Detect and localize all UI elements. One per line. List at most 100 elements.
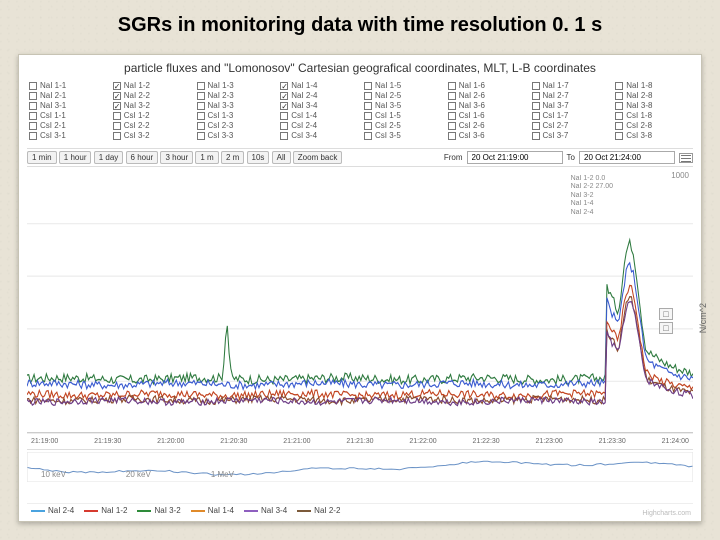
legend-item[interactable]: CsI 2-6	[448, 121, 524, 130]
legend-item[interactable]: NaI 2-4	[280, 91, 356, 100]
legend-item[interactable]: NaI 2-2	[113, 91, 189, 100]
checkbox-icon[interactable]	[197, 82, 205, 90]
checkbox-icon[interactable]	[280, 132, 288, 140]
checkbox-icon[interactable]	[29, 102, 37, 110]
range-button[interactable]: All	[272, 151, 291, 164]
legend-item[interactable]: NaI 2-7	[532, 91, 608, 100]
legend-entry[interactable]: NaI 1-2	[84, 506, 127, 515]
legend-item[interactable]: NaI 1-6	[448, 81, 524, 90]
legend-item[interactable]: CsI 1-2	[113, 111, 189, 120]
legend-item[interactable]: CsI 1-3	[197, 111, 273, 120]
secondary-chart[interactable]: 10 keV20 keV1 MeV	[27, 449, 693, 497]
legend-item[interactable]: NaI 3-3	[197, 101, 273, 110]
legend-item[interactable]: NaI 3-7	[532, 101, 608, 110]
legend-item[interactable]: NaI 2-6	[448, 91, 524, 100]
menu-icon[interactable]	[679, 153, 693, 163]
checkbox-icon[interactable]	[113, 132, 121, 140]
checkbox-icon[interactable]	[448, 102, 456, 110]
legend-item[interactable]: CsI 2-3	[197, 121, 273, 130]
checkbox-icon[interactable]	[113, 92, 121, 100]
legend-item[interactable]: CsI 2-4	[280, 121, 356, 130]
legend-item[interactable]: CsI 3-2	[113, 131, 189, 140]
checkbox-icon[interactable]	[532, 92, 540, 100]
checkbox-icon[interactable]	[197, 102, 205, 110]
legend-item[interactable]: NaI 1-2	[113, 81, 189, 90]
legend-item[interactable]: NaI 2-3	[197, 91, 273, 100]
legend-item[interactable]: NaI 3-1	[29, 101, 105, 110]
checkbox-icon[interactable]	[364, 82, 372, 90]
checkbox-icon[interactable]	[615, 82, 623, 90]
checkbox-icon[interactable]	[448, 82, 456, 90]
checkbox-icon[interactable]	[280, 102, 288, 110]
legend-item[interactable]: NaI 1-7	[532, 81, 608, 90]
legend-item[interactable]: NaI 2-1	[29, 91, 105, 100]
checkbox-icon[interactable]	[113, 102, 121, 110]
checkbox-icon[interactable]	[532, 102, 540, 110]
checkbox-icon[interactable]	[197, 132, 205, 140]
legend-item[interactable]: NaI 1-1	[29, 81, 105, 90]
checkbox-icon[interactable]	[364, 112, 372, 120]
legend-entry[interactable]: NaI 2-4	[31, 506, 74, 515]
range-button[interactable]: 1 m	[195, 151, 218, 164]
zoom-out-button[interactable]: □	[659, 322, 673, 334]
legend-item[interactable]: NaI 3-6	[448, 101, 524, 110]
checkbox-icon[interactable]	[280, 122, 288, 130]
legend-item[interactable]: NaI 3-5	[364, 101, 440, 110]
legend-item[interactable]: CsI 1-8	[615, 111, 691, 120]
checkbox-icon[interactable]	[280, 82, 288, 90]
checkbox-icon[interactable]	[29, 122, 37, 130]
range-button[interactable]: 3 hour	[160, 151, 193, 164]
checkbox-icon[interactable]	[29, 82, 37, 90]
legend-item[interactable]: CsI 2-7	[532, 121, 608, 130]
legend-item[interactable]: CsI 1-5	[364, 111, 440, 120]
checkbox-icon[interactable]	[197, 92, 205, 100]
checkbox-icon[interactable]	[113, 82, 121, 90]
legend-item[interactable]: CsI 1-6	[448, 111, 524, 120]
range-button[interactable]: 1 hour	[59, 151, 92, 164]
checkbox-icon[interactable]	[29, 132, 37, 140]
checkbox-icon[interactable]	[615, 132, 623, 140]
checkbox-icon[interactable]	[448, 92, 456, 100]
legend-item[interactable]: CsI 1-4	[280, 111, 356, 120]
legend-item[interactable]: NaI 2-5	[364, 91, 440, 100]
legend-item[interactable]: NaI 2-8	[615, 91, 691, 100]
legend-item[interactable]: CsI 2-2	[113, 121, 189, 130]
from-input[interactable]	[467, 151, 563, 164]
legend-item[interactable]: NaI 3-8	[615, 101, 691, 110]
checkbox-icon[interactable]	[448, 132, 456, 140]
legend-item[interactable]: NaI 3-4	[280, 101, 356, 110]
legend-item[interactable]: NaI 1-5	[364, 81, 440, 90]
checkbox-icon[interactable]	[615, 122, 623, 130]
checkbox-icon[interactable]	[280, 112, 288, 120]
checkbox-icon[interactable]	[448, 122, 456, 130]
legend-item[interactable]: CsI 1-1	[29, 111, 105, 120]
range-button[interactable]: Zoom back	[293, 151, 343, 164]
zoom-in-button[interactable]: □	[659, 308, 673, 320]
legend-entry[interactable]: NaI 3-4	[244, 506, 287, 515]
checkbox-icon[interactable]	[448, 112, 456, 120]
checkbox-icon[interactable]	[364, 132, 372, 140]
checkbox-icon[interactable]	[532, 82, 540, 90]
checkbox-icon[interactable]	[113, 112, 121, 120]
legend-item[interactable]: CsI 3-4	[280, 131, 356, 140]
legend-item[interactable]: CsI 1-7	[532, 111, 608, 120]
legend-item[interactable]: CsI 2-8	[615, 121, 691, 130]
legend-item[interactable]: CsI 2-5	[364, 121, 440, 130]
checkbox-icon[interactable]	[197, 112, 205, 120]
checkbox-icon[interactable]	[532, 112, 540, 120]
range-button[interactable]: 10s	[247, 151, 270, 164]
checkbox-icon[interactable]	[364, 102, 372, 110]
checkbox-icon[interactable]	[364, 92, 372, 100]
checkbox-icon[interactable]	[29, 92, 37, 100]
legend-item[interactable]: CsI 3-8	[615, 131, 691, 140]
legend-entry[interactable]: NaI 3-2	[137, 506, 180, 515]
checkbox-icon[interactable]	[280, 92, 288, 100]
to-input[interactable]	[579, 151, 675, 164]
checkbox-icon[interactable]	[29, 112, 37, 120]
checkbox-icon[interactable]	[532, 132, 540, 140]
main-chart[interactable]: NaI 1-2 0.0NaI 2-2 27.00NaI 3-2NaI 1-4Na…	[27, 171, 693, 434]
legend-entry[interactable]: NaI 2-2	[297, 506, 340, 515]
legend-item[interactable]: NaI 1-8	[615, 81, 691, 90]
checkbox-icon[interactable]	[364, 122, 372, 130]
checkbox-icon[interactable]	[197, 122, 205, 130]
